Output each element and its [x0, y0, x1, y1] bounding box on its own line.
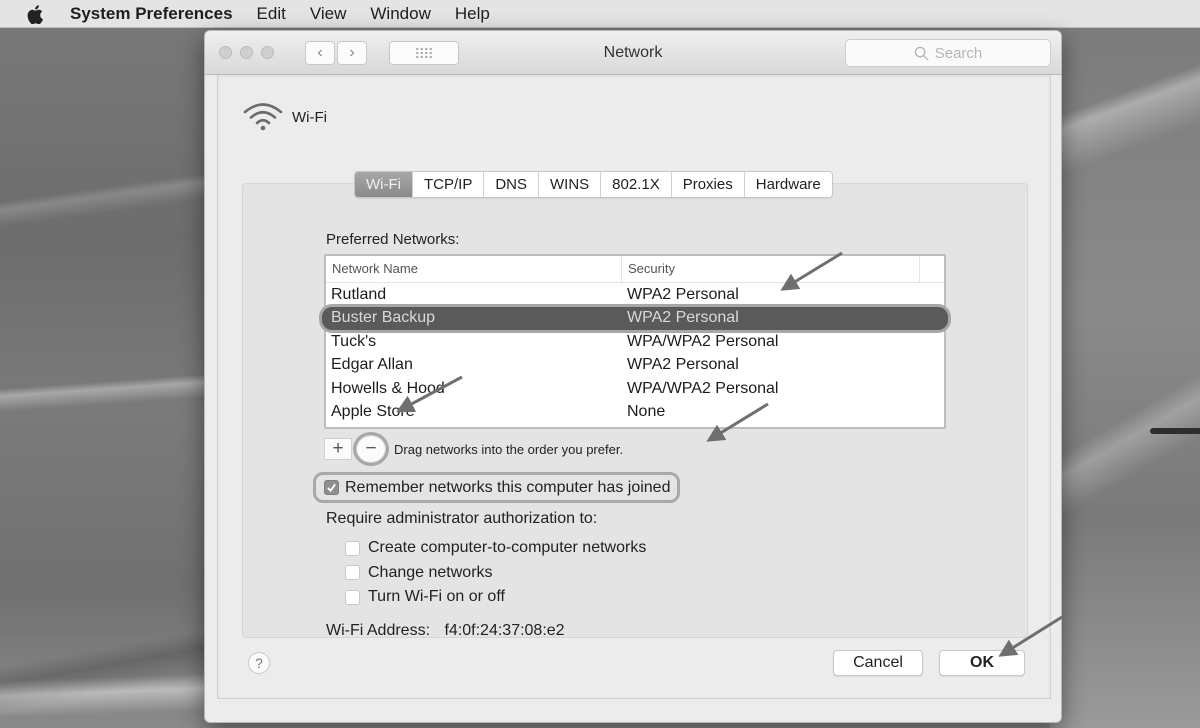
interface-name: Wi-Fi [292, 108, 327, 126]
menu-help[interactable]: Help [455, 4, 490, 24]
tab-wifi[interactable]: Wi-Fi [355, 172, 413, 197]
add-network-button[interactable]: + [324, 438, 352, 460]
apple-menu-icon[interactable] [0, 3, 70, 24]
network-security: WPA2 Personal [627, 356, 739, 374]
network-security: WPA/WPA2 Personal [627, 379, 779, 397]
preferred-networks-label: Preferred Networks: [326, 231, 460, 248]
network-security: WPA/WPA2 Personal [627, 332, 779, 350]
network-name: Tuck's [331, 332, 377, 350]
network-name: Buster Backup [331, 309, 436, 327]
table-row[interactable]: Tuck's WPA/WPA2 Personal [326, 330, 944, 354]
menu-edit[interactable]: Edit [257, 4, 286, 24]
table-row[interactable]: Rutland WPA2 Personal [326, 283, 944, 307]
tab-hardware[interactable]: Hardware [745, 172, 832, 197]
tab-proxies[interactable]: Proxies [672, 172, 745, 197]
tab-dns[interactable]: DNS [484, 172, 539, 197]
search-field[interactable]: Search [845, 39, 1051, 67]
menu-window[interactable]: Window [370, 4, 430, 24]
search-placeholder: Search [934, 44, 983, 62]
network-security: WPA2 Personal [627, 309, 739, 327]
wallpaper-boat [1150, 428, 1200, 434]
settings-sheet: Wi-Fi Wi-Fi TCP/IP DNS WINS 802.1X Proxi… [217, 75, 1051, 699]
wifi-icon [243, 103, 283, 131]
preferred-networks-table[interactable]: Network Name Security Rutland WPA2 Perso… [322, 254, 948, 429]
tab-tcpip[interactable]: TCP/IP [413, 172, 485, 197]
help-button[interactable]: ? [248, 652, 270, 674]
wifi-address-label: Wi-Fi Address: [326, 622, 431, 639]
network-security: WPA2 Personal [627, 285, 739, 303]
wifi-address-value: f4:0f:24:37:08:e2 [444, 622, 565, 639]
column-network-name[interactable]: Network Name [326, 256, 622, 282]
network-security: None [627, 403, 666, 421]
tab-wins[interactable]: WINS [539, 172, 602, 197]
network-name: Apple Store [331, 403, 415, 421]
option-label: Turn Wi-Fi on or off [368, 588, 505, 606]
checkmark-icon [327, 483, 336, 493]
ok-button[interactable]: OK [939, 650, 1025, 676]
checkbox[interactable] [345, 589, 360, 605]
checkbox[interactable] [345, 565, 360, 581]
tab-8021x[interactable]: 802.1X [601, 172, 672, 197]
menu-app-name[interactable]: System Preferences [70, 4, 233, 24]
option-label: Create computer-to-computer networks [368, 539, 647, 557]
option-change-networks[interactable]: Change networks [345, 561, 646, 586]
require-admin-label: Require administrator authorization to: [326, 510, 598, 527]
table-row[interactable]: Apple Store None [326, 401, 944, 425]
network-window: ‹ › Network Search Wi-Fi Wi-Fi TCP/IP DN… [204, 30, 1062, 723]
network-name: Rutland [331, 285, 387, 303]
option-label: Change networks [368, 563, 493, 581]
title-bar: ‹ › Network Search [205, 31, 1061, 75]
network-name: Edgar Allan [331, 356, 413, 374]
remember-networks-label: Remember networks this computer has join… [345, 478, 671, 496]
column-security[interactable]: Security [622, 256, 920, 282]
checkbox[interactable] [345, 540, 360, 556]
remember-networks-checkbox[interactable]: Remember networks this computer has join… [313, 472, 681, 503]
table-row-selected[interactable]: Buster Backup WPA2 Personal [322, 306, 948, 330]
network-name: Howells & Hood [331, 379, 445, 397]
admin-options: Create computer-to-computer networks Cha… [345, 536, 646, 610]
option-turn-wifi-on-off[interactable]: Turn Wi-Fi on or off [345, 585, 646, 610]
table-header: Network Name Security [326, 256, 944, 283]
wifi-address: Wi-Fi Address: f4:0f:24:37:08:e2 [326, 622, 565, 640]
cancel-button[interactable]: Cancel [833, 650, 923, 676]
tab-bar: Wi-Fi TCP/IP DNS WINS 802.1X Proxies Har… [354, 171, 833, 198]
add-remove-controls: + − Drag networks into the order you pre… [324, 435, 623, 463]
table-row[interactable]: Howells & Hood WPA/WPA2 Personal [326, 377, 944, 401]
drag-hint: Drag networks into the order you prefer. [394, 441, 624, 457]
search-icon [914, 46, 929, 61]
checkbox-checked[interactable] [324, 480, 339, 495]
table-row[interactable]: Edgar Allan WPA2 Personal [326, 354, 944, 378]
interface-header: Wi-Fi [242, 101, 327, 133]
menu-bar: System Preferences Edit View Window Help [0, 0, 1200, 28]
menu-view[interactable]: View [310, 4, 347, 24]
remove-network-button[interactable]: − [356, 435, 386, 463]
wifi-panel: Preferred Networks: Network Name Securit… [242, 183, 1028, 640]
option-create-computer-networks[interactable]: Create computer-to-computer networks [345, 536, 646, 561]
wallpaper-sand [1050, 28, 1200, 728]
